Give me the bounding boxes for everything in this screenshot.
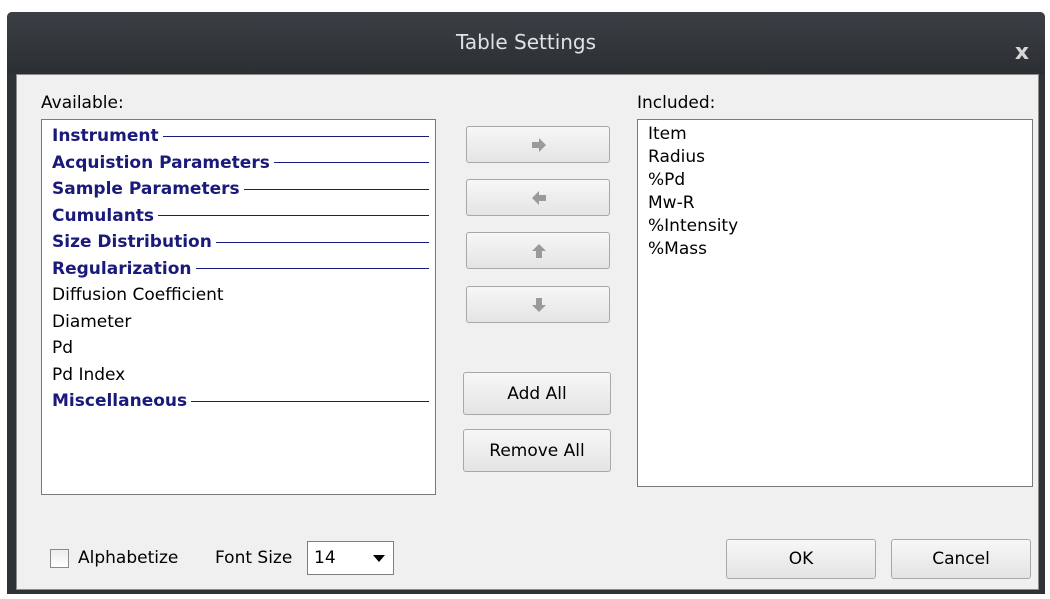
arrow-up-icon	[532, 244, 546, 258]
available-category[interactable]: Regularization	[52, 259, 429, 279]
title-bar[interactable]: Table Settings x	[7, 12, 1045, 74]
remove-all-button[interactable]: Remove All	[463, 429, 611, 472]
add-all-button[interactable]: Add All	[463, 372, 611, 415]
chevron-down-icon	[373, 555, 385, 562]
available-category[interactable]: Miscellaneous	[52, 391, 429, 411]
item-label: Diameter	[52, 311, 132, 332]
category-label: Instrument	[52, 126, 159, 146]
category-divider	[215, 241, 429, 243]
available-listbox[interactable]: Instrument Acquistion Parameters Sample Pa…	[41, 119, 436, 495]
included-item[interactable]: %Intensity	[648, 216, 738, 236]
alphabetize-checkbox[interactable]	[50, 549, 69, 568]
included-item[interactable]: Radius	[648, 147, 705, 167]
category-divider	[191, 400, 429, 402]
window-title: Table Settings	[455, 30, 597, 54]
available-item[interactable]: Diameter	[52, 312, 131, 332]
category-label: Acquistion Parameters	[52, 152, 270, 173]
table-settings-window: Table Settings x Available: Instrument Ac…	[7, 12, 1045, 594]
available-item[interactable]: Pd	[52, 338, 73, 358]
ok-button[interactable]: OK	[726, 539, 876, 579]
category-divider	[273, 162, 429, 163]
cancel-button[interactable]: Cancel	[891, 539, 1031, 579]
category-label: Sample Parameters	[52, 179, 240, 199]
font-size-select[interactable]: 14	[307, 541, 394, 575]
category-label: Size Distribution	[52, 232, 212, 252]
included-item[interactable]: Item	[648, 124, 687, 144]
category-divider	[195, 268, 429, 269]
move-down-button[interactable]	[466, 286, 610, 323]
arrow-down-icon	[532, 298, 546, 312]
move-up-button[interactable]	[466, 232, 610, 269]
font-size-label: Font Size	[215, 548, 293, 568]
available-category[interactable]: Acquistion Parameters	[52, 153, 429, 173]
available-category[interactable]: Sample Parameters	[52, 179, 429, 199]
move-right-button[interactable]	[466, 126, 610, 163]
available-category[interactable]: Cumulants	[52, 206, 429, 226]
category-label: Miscellaneous	[52, 391, 188, 411]
close-icon[interactable]: x	[1009, 40, 1035, 66]
font-size-value: 14	[314, 548, 336, 568]
included-listbox[interactable]: Item Radius %Pd Mw-R %Intensity %Mass	[637, 119, 1033, 487]
included-item[interactable]: Mw-R	[648, 193, 695, 213]
category-divider	[162, 135, 429, 137]
included-item[interactable]: %Mass	[648, 239, 707, 259]
move-left-button[interactable]	[466, 179, 610, 216]
alphabetize-label: Alphabetize	[78, 548, 179, 568]
category-label: Regularization	[52, 258, 192, 279]
category-label: Cumulants	[52, 205, 155, 226]
item-label: Diffusion Coefficient	[52, 285, 224, 305]
included-item[interactable]: %Pd	[648, 170, 685, 190]
item-label: Pd Index	[52, 364, 126, 385]
dialog-body: Available: Instrument Acquistion Paramete…	[16, 74, 1039, 590]
available-item[interactable]: Pd Index	[52, 365, 125, 385]
available-label: Available:	[41, 93, 124, 113]
available-item[interactable]: Diffusion Coefficient	[52, 285, 224, 305]
category-divider	[243, 188, 429, 190]
arrow-left-icon	[532, 191, 546, 205]
available-category[interactable]: Instrument	[52, 126, 429, 146]
item-label: Pd	[52, 338, 74, 358]
available-category[interactable]: Size Distribution	[52, 232, 429, 252]
category-divider	[158, 215, 429, 216]
included-label: Included:	[637, 93, 716, 113]
arrow-right-icon	[532, 138, 546, 152]
